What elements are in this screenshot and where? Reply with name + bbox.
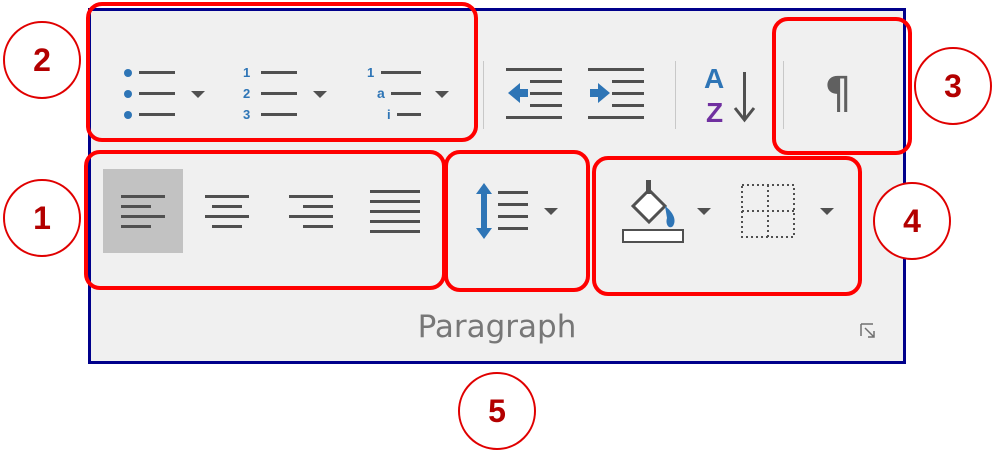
highlight-box-show-hide	[772, 17, 912, 155]
highlight-box-alignment	[84, 150, 446, 290]
highlight-box-line-spacing	[444, 150, 590, 292]
separator	[483, 61, 484, 129]
sort-button[interactable]: A Z	[691, 57, 769, 131]
callout-1: 1	[3, 179, 81, 257]
decrease-indent-icon	[506, 68, 562, 119]
increase-indent-button[interactable]	[581, 59, 653, 129]
decrease-indent-button[interactable]	[499, 59, 571, 129]
group-label: Paragraph	[417, 309, 577, 345]
callout-5: 5	[458, 372, 536, 450]
svg-text:Z: Z	[706, 97, 723, 128]
sort-az-icon: A Z	[704, 63, 756, 128]
svg-text:A: A	[704, 63, 724, 94]
highlight-box-shading-borders	[592, 156, 862, 296]
callout-3: 3	[914, 47, 992, 125]
paragraph-settings-launcher[interactable]	[859, 322, 877, 340]
highlight-box-lists	[86, 2, 478, 142]
callout-4: 4	[873, 182, 951, 260]
dialog-launcher-icon	[860, 323, 875, 338]
callout-2: 2	[3, 21, 81, 99]
increase-indent-icon	[588, 68, 644, 119]
separator	[675, 61, 676, 129]
